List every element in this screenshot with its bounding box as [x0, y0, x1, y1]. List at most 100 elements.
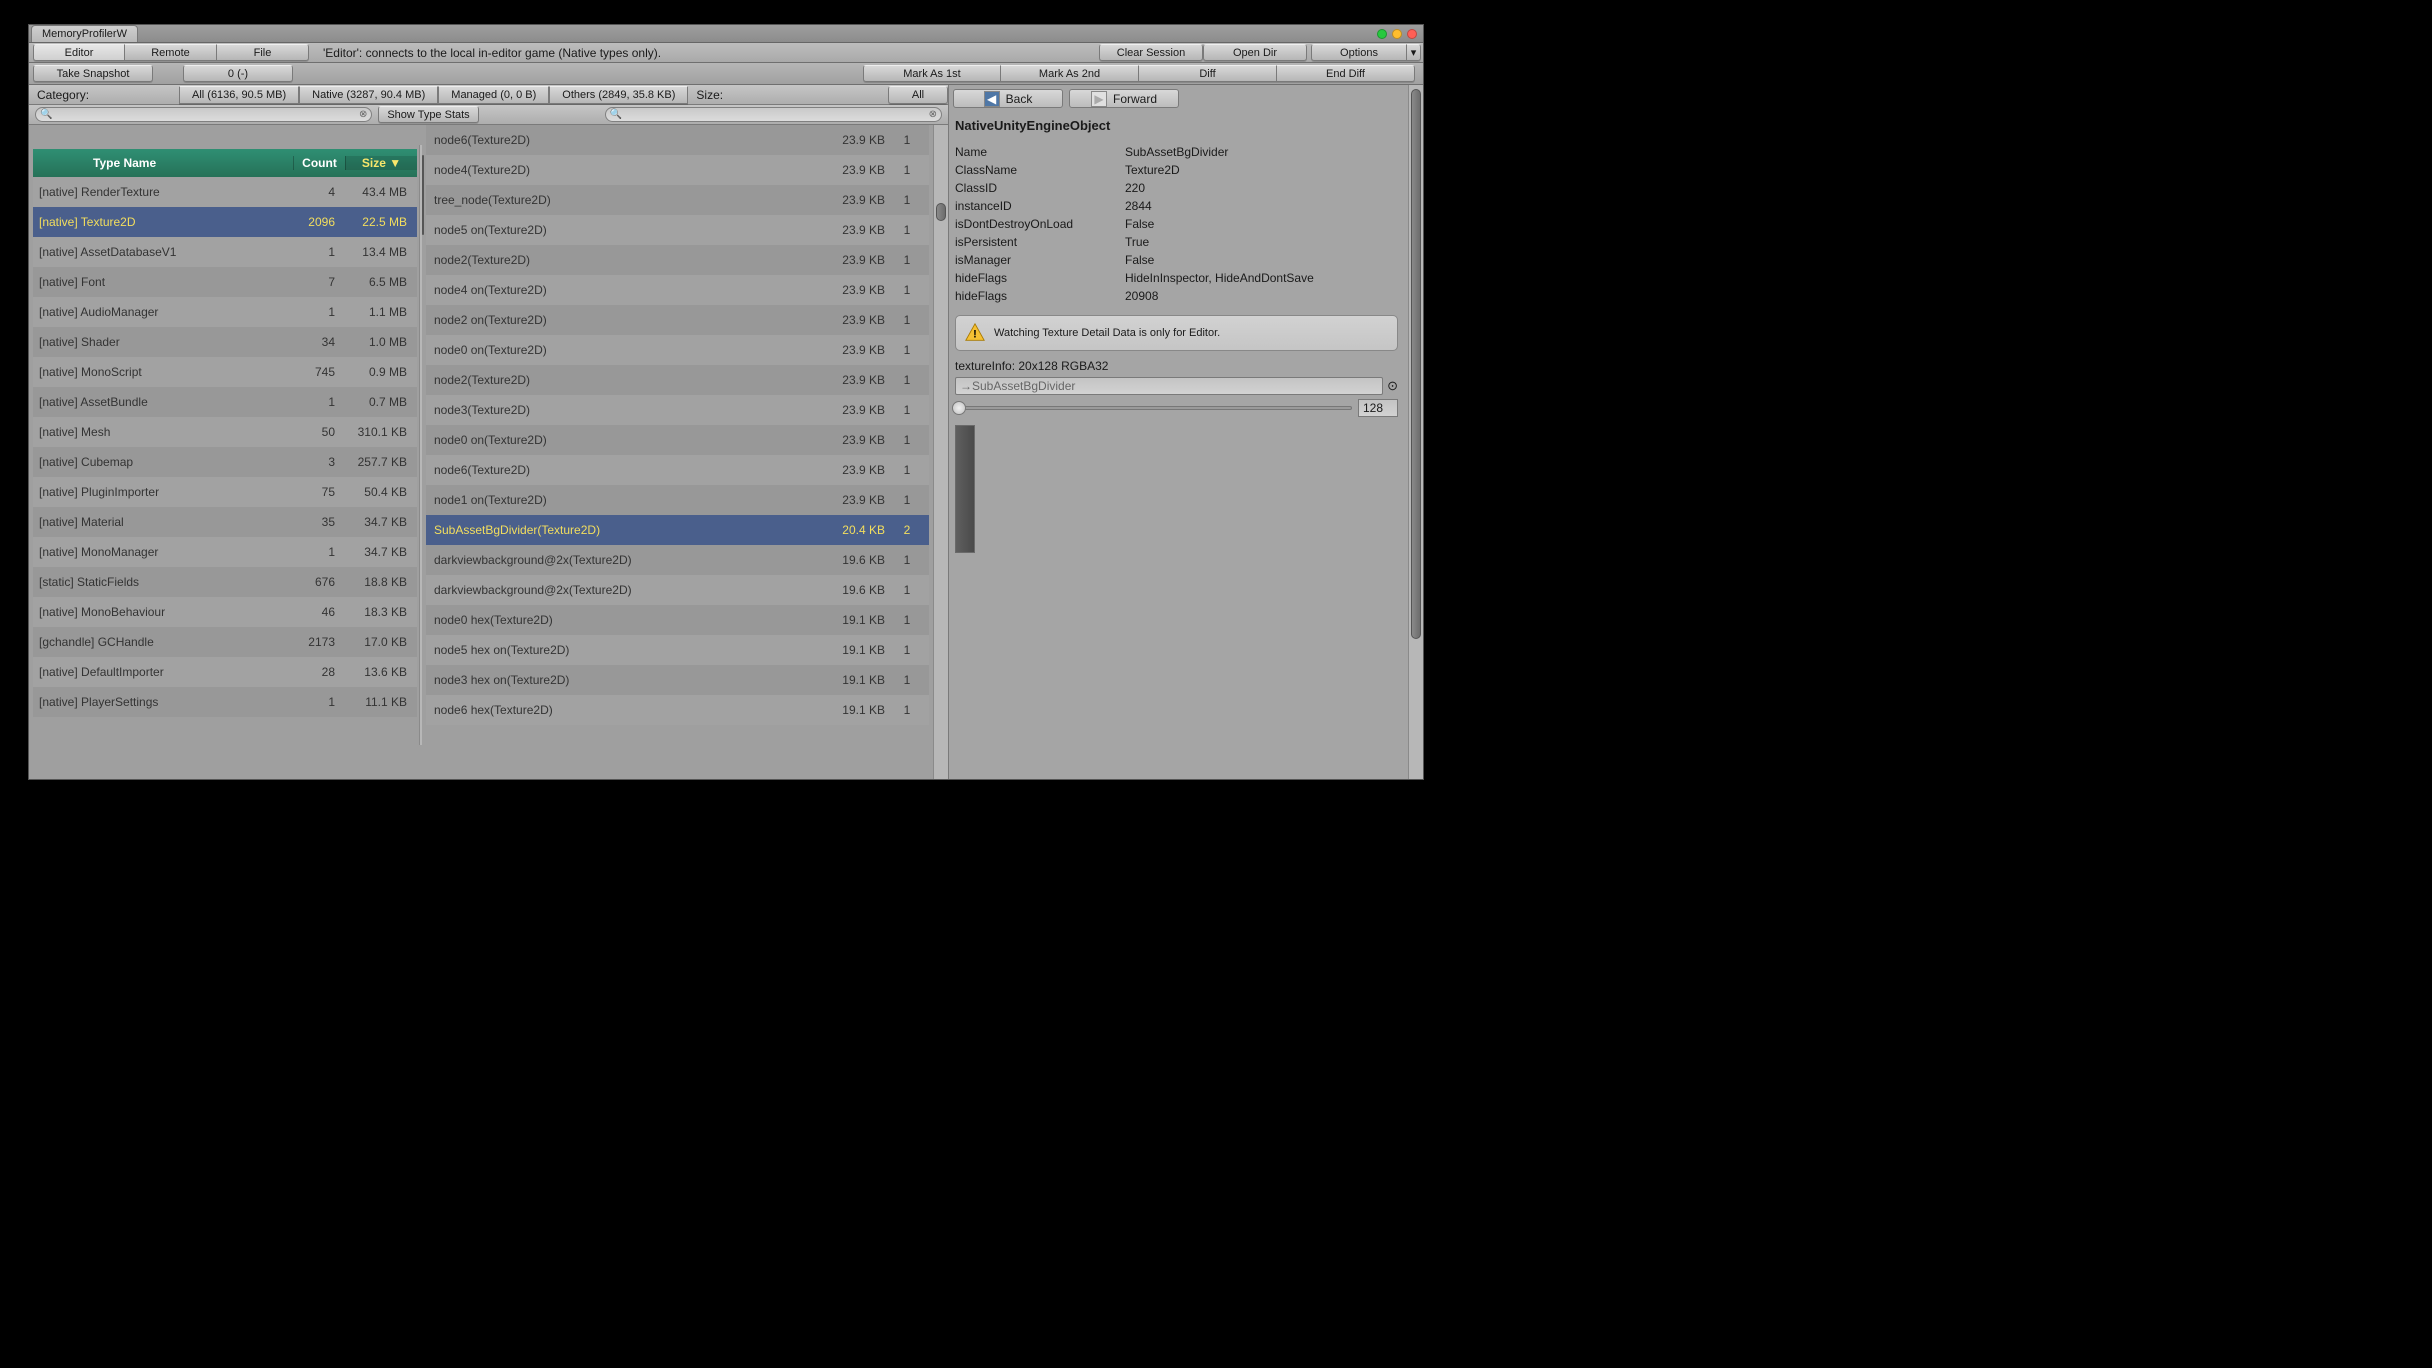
asset-name: node2(Texture2D)	[426, 253, 821, 267]
connection-mode-remote[interactable]: Remote	[125, 44, 217, 61]
asset-row[interactable]: darkviewbackground@2x(Texture2D) 19.6 KB…	[426, 545, 929, 575]
type-size: 43.4 MB	[345, 185, 417, 199]
size-filter-button[interactable]: All	[888, 86, 948, 104]
type-row[interactable]: [native] MonoScript 745 0.9 MB	[33, 357, 417, 387]
asset-row[interactable]: node2 on(Texture2D) 23.9 KB 1	[426, 305, 929, 335]
asset-row[interactable]: node3 hex on(Texture2D) 19.1 KB 1	[426, 665, 929, 695]
asset-row[interactable]: darkviewbackground@2x(Texture2D) 19.6 KB…	[426, 575, 929, 605]
warning-text: Watching Texture Detail Data is only for…	[994, 327, 1220, 339]
asset-size: 23.9 KB	[821, 163, 885, 177]
options-dropdown-icon[interactable]: ▾	[1407, 44, 1421, 61]
type-row[interactable]: [native] PluginImporter 75 50.4 KB	[33, 477, 417, 507]
type-row[interactable]: [gchandle] GCHandle 2173 17.0 KB	[33, 627, 417, 657]
type-list-scrollbar[interactable]	[419, 145, 422, 745]
type-row[interactable]: [native] AssetDatabaseV1 1 13.4 MB	[33, 237, 417, 267]
clear-icon[interactable]: ⊗	[359, 109, 367, 120]
type-row[interactable]: [native] MonoManager 1 34.7 KB	[33, 537, 417, 567]
mark-1st-button[interactable]: Mark As 1st	[863, 65, 1001, 82]
asset-row[interactable]: node3(Texture2D) 23.9 KB 1	[426, 395, 929, 425]
asset-row[interactable]: node6(Texture2D) 23.9 KB 1	[426, 455, 929, 485]
connection-mode-editor[interactable]: Editor	[33, 44, 125, 61]
asset-name: node6 hex(Texture2D)	[426, 703, 821, 717]
take-snapshot-button[interactable]: Take Snapshot	[33, 65, 153, 82]
type-row[interactable]: [native] AudioManager 1 1.1 MB	[33, 297, 417, 327]
category-tab[interactable]: All (6136, 90.5 MB)	[179, 86, 299, 104]
detail-scrollbar[interactable]	[1408, 85, 1423, 779]
asset-row[interactable]: node4(Texture2D) 23.9 KB 1	[426, 155, 929, 185]
asset-count: 1	[885, 403, 929, 417]
snapshot-selector[interactable]: 0 (-)	[183, 65, 293, 82]
texture-info-label: textureInfo: 20x128 RGBA32	[955, 359, 1398, 373]
asset-row[interactable]: node4 on(Texture2D) 23.9 KB 1	[426, 275, 929, 305]
category-tab[interactable]: Managed (0, 0 B)	[438, 86, 549, 104]
slider-value-input[interactable]: 128	[1358, 399, 1398, 417]
asset-size: 23.9 KB	[821, 223, 885, 237]
asset-row[interactable]: node5 on(Texture2D) 23.9 KB 1	[426, 215, 929, 245]
open-dir-button[interactable]: Open Dir	[1203, 44, 1307, 61]
asset-row[interactable]: node0 on(Texture2D) 23.9 KB 1	[426, 335, 929, 365]
window-tab[interactable]: MemoryProfilerW	[31, 25, 138, 42]
col-name-header[interactable]: Type Name	[33, 156, 293, 170]
asset-row[interactable]: node6 hex(Texture2D) 19.1 KB 1	[426, 695, 929, 725]
maximize-icon[interactable]	[1392, 29, 1402, 39]
show-type-stats-button[interactable]: Show Type Stats	[378, 106, 478, 123]
type-row[interactable]: [native] Material 35 34.7 KB	[33, 507, 417, 537]
clear-icon[interactable]: ⊗	[929, 109, 937, 120]
col-count-header[interactable]: Count	[293, 156, 345, 170]
type-row[interactable]: [native] Texture2D 2096 22.5 MB	[33, 207, 417, 237]
type-search-input[interactable]: 🔍 ⊗	[35, 107, 372, 122]
close-icon[interactable]	[1407, 29, 1417, 39]
diff-button[interactable]: Diff	[1139, 65, 1277, 82]
type-size: 257.7 KB	[345, 455, 417, 469]
detail-heading: NativeUnityEngineObject	[955, 118, 1402, 133]
type-row[interactable]: [native] Mesh 50 310.1 KB	[33, 417, 417, 447]
asset-count: 1	[885, 283, 929, 297]
size-slider[interactable]	[955, 406, 1352, 410]
property-key: ClassName	[955, 163, 1125, 177]
connection-mode-file[interactable]: File	[217, 44, 309, 61]
type-name: [native] MonoScript	[33, 365, 293, 379]
type-row[interactable]: [native] Font 7 6.5 MB	[33, 267, 417, 297]
asset-count: 1	[885, 223, 929, 237]
type-row[interactable]: [native] DefaultImporter 28 13.6 KB	[33, 657, 417, 687]
type-size: 0.7 MB	[345, 395, 417, 409]
asset-row[interactable]: node1 on(Texture2D) 23.9 KB 1	[426, 485, 929, 515]
type-row[interactable]: [native] MonoBehaviour 46 18.3 KB	[33, 597, 417, 627]
texture-object-field[interactable]: →SubAssetBgDivider	[955, 377, 1383, 395]
asset-row[interactable]: node2(Texture2D) 23.9 KB 1	[426, 365, 929, 395]
minimize-icon[interactable]	[1377, 29, 1387, 39]
type-count: 3	[293, 455, 345, 469]
asset-row[interactable]: node6(Texture2D) 23.9 KB 1	[426, 125, 929, 155]
options-button[interactable]: Options	[1311, 44, 1407, 61]
asset-row[interactable]: node5 hex on(Texture2D) 19.1 KB 1	[426, 635, 929, 665]
asset-row[interactable]: SubAssetBgDivider(Texture2D) 20.4 KB 2	[426, 515, 929, 545]
type-row[interactable]: [native] Cubemap 3 257.7 KB	[33, 447, 417, 477]
asset-row[interactable]: node0 on(Texture2D) 23.9 KB 1	[426, 425, 929, 455]
type-name: [native] AssetBundle	[33, 395, 293, 409]
forward-button[interactable]: ▶ Forward	[1069, 89, 1179, 108]
end-diff-button[interactable]: End Diff	[1277, 65, 1415, 82]
object-picker-icon[interactable]: ⊙	[1387, 378, 1398, 394]
asset-row[interactable]: node2(Texture2D) 23.9 KB 1	[426, 245, 929, 275]
forward-arrow-icon: ▶	[1091, 91, 1107, 107]
main-content: Category: All (6136, 90.5 MB)Native (328…	[29, 85, 1423, 779]
category-tab[interactable]: Native (3287, 90.4 MB)	[299, 86, 438, 104]
type-row[interactable]: [native] AssetBundle 1 0.7 MB	[33, 387, 417, 417]
asset-row[interactable]: node0 hex(Texture2D) 19.1 KB 1	[426, 605, 929, 635]
col-size-header[interactable]: Size ▼	[345, 156, 417, 170]
category-tab[interactable]: Others (2849, 35.8 KB)	[549, 86, 688, 104]
type-row[interactable]: [native] RenderTexture 4 43.4 MB	[33, 177, 417, 207]
lists-area: Type Name Count Size ▼ [native] RenderTe…	[29, 125, 948, 779]
asset-search-input[interactable]: 🔍 ⊗	[605, 107, 942, 122]
type-row[interactable]: [native] Shader 34 1.0 MB	[33, 327, 417, 357]
asset-count: 1	[885, 133, 929, 147]
asset-list-scrollbar[interactable]	[933, 125, 948, 779]
mark-2nd-button[interactable]: Mark As 2nd	[1001, 65, 1139, 82]
clear-session-button[interactable]: Clear Session	[1099, 44, 1203, 61]
type-row[interactable]: [native] PlayerSettings 1 11.1 KB	[33, 687, 417, 717]
category-bar: Category: All (6136, 90.5 MB)Native (328…	[29, 85, 948, 105]
property-value: 2844	[1125, 199, 1398, 213]
asset-row[interactable]: tree_node(Texture2D) 23.9 KB 1	[426, 185, 929, 215]
back-button[interactable]: ◀ Back	[953, 89, 1063, 108]
type-row[interactable]: [static] StaticFields 676 18.8 KB	[33, 567, 417, 597]
